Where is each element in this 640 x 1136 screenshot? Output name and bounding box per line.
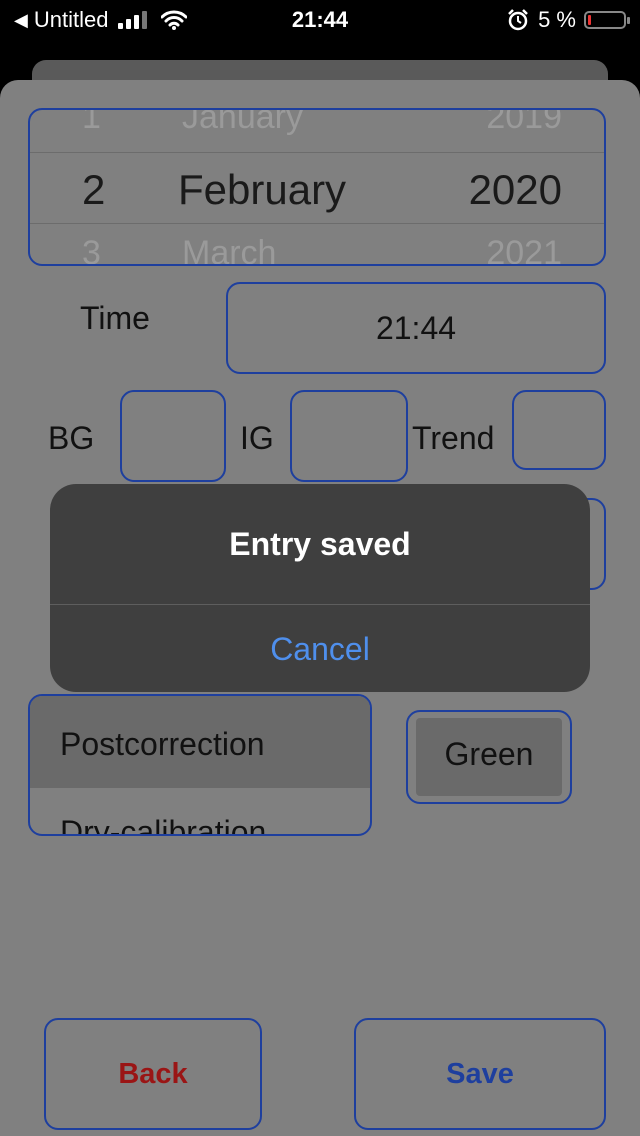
time-value: 21:44: [375, 310, 457, 346]
battery-icon: [584, 11, 630, 29]
event-type-picker[interactable]: Postcorrection Dry-calibration: [28, 694, 372, 836]
picker-month: March: [182, 234, 277, 266]
time-label: Time: [80, 300, 150, 336]
back-button-label: Back: [118, 1058, 188, 1090]
back-button[interactable]: Back: [44, 1018, 262, 1130]
bg-input[interactable]: [120, 390, 226, 482]
picker-day: 1: [82, 108, 101, 136]
date-picker[interactable]: 1 January 2019 2 February 2020 3 March 2…: [28, 108, 606, 266]
save-button-label: Save: [446, 1058, 514, 1090]
entry-saved-alert: Entry saved Cancel: [50, 484, 590, 692]
event-option-selected[interactable]: Postcorrection: [60, 726, 265, 763]
picker-year: 2019: [486, 108, 562, 136]
alert-cancel-button[interactable]: Cancel: [50, 605, 590, 692]
alert-title: Entry saved: [229, 526, 411, 562]
picker-month: January: [182, 108, 303, 136]
event-option[interactable]: Dry-calibration: [60, 814, 266, 834]
color-button-label: Green: [444, 736, 534, 772]
trend-input[interactable]: [512, 390, 606, 470]
bg-label: BG: [48, 420, 95, 456]
save-button[interactable]: Save: [354, 1018, 606, 1130]
status-bar: ◀ Untitled 21:44 5 %: [0, 0, 640, 40]
picker-year: 2020: [468, 166, 562, 213]
picker-day: 2: [82, 166, 106, 213]
alarm-clock-icon: [508, 9, 528, 31]
picker-day: 3: [82, 234, 101, 266]
trend-label: Trend: [412, 420, 495, 456]
picker-month: February: [178, 166, 347, 213]
picker-year: 2021: [486, 234, 562, 266]
battery-percentage: 5 %: [538, 7, 576, 32]
alert-cancel-label: Cancel: [270, 631, 370, 667]
time-field[interactable]: 21:44: [226, 282, 606, 374]
ig-label: IG: [240, 420, 274, 456]
ig-input[interactable]: [290, 390, 408, 482]
color-button[interactable]: Green: [406, 710, 572, 804]
